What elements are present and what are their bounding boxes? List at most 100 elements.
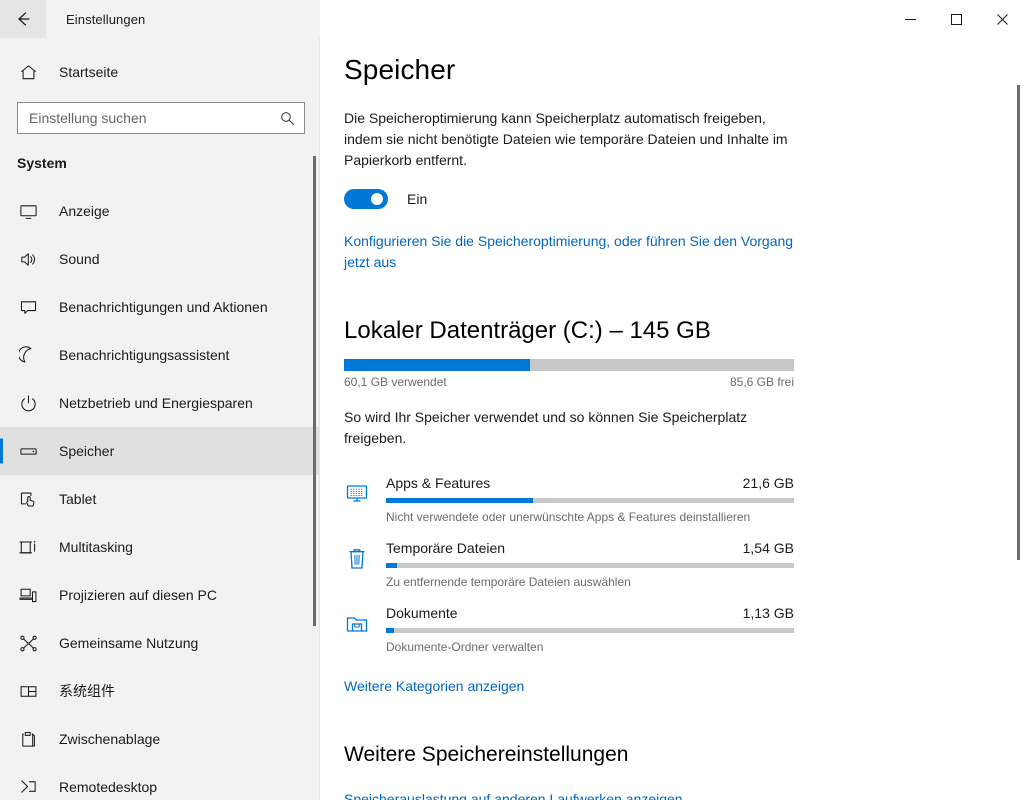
sidebar-item-label: Remotedesktop (59, 779, 158, 795)
sidebar-item-label: Netzbetrieb und Energiesparen (59, 395, 253, 411)
sidebar-item-anzeige[interactable]: Anzeige (0, 187, 320, 235)
storage-sense-description: Die Speicheroptimierung kann Speicherpla… (344, 110, 788, 168)
search-box[interactable] (17, 102, 305, 134)
close-button[interactable] (979, 0, 1025, 38)
page-title: Speicher (344, 54, 456, 85)
search-input[interactable] (18, 103, 304, 133)
monitor-icon (17, 200, 39, 222)
category-head: Apps & Features 21,6 GB (386, 475, 794, 491)
sidebar-item-tablet[interactable]: Tablet (0, 475, 320, 523)
other-drives-link[interactable]: Speicherauslastung auf anderen Laufwerke… (344, 789, 683, 800)
chat-bubble-icon (17, 296, 39, 318)
power-icon (17, 392, 39, 414)
sidebar-item-label: Speicher (59, 443, 115, 459)
apps-features-icon (344, 481, 370, 507)
maximize-icon (950, 13, 962, 25)
sidebar-item-label: Multitasking (59, 539, 133, 555)
drive-usage-bar-fill (344, 359, 531, 371)
back-arrow-icon (18, 12, 30, 26)
category-usage-bar (386, 563, 794, 568)
category-name: Apps & Features (386, 475, 491, 491)
category-usage-bar (386, 628, 794, 633)
sidebar-item-label: 系统组件 (59, 683, 115, 699)
sidebar-item-remotedesktop[interactable]: Remotedesktop (0, 763, 320, 800)
category-description: Nicht verwendete oder unerwünschte Apps … (386, 510, 751, 524)
storage-categories-list: Apps & Features 21,6 GB Nicht verwendete… (320, 465, 1025, 660)
sidebar-item-label: Benachrichtigungen und Aktionen (59, 299, 268, 315)
category-head: Dokumente 1,13 GB (386, 605, 794, 621)
toggle-knob (371, 193, 383, 205)
category-description: Dokumente-Ordner verwalten (386, 640, 544, 654)
drive-icon (17, 440, 39, 462)
sidebar-item-label: Sound (59, 251, 100, 267)
category-name: Dokumente (386, 605, 458, 621)
sidebar-item-label: Anzeige (59, 203, 110, 219)
home-icon (17, 61, 39, 83)
sidebar-item-label: Gemeinsame Nutzung (59, 635, 199, 651)
tablet-hand-icon (17, 488, 39, 510)
clipboard-icon (17, 728, 39, 750)
drive-usage-legend: 60,1 GB verwendet 85,6 GB frei (344, 375, 794, 393)
components-icon (17, 680, 39, 702)
sidebar-item-netzbetrieb[interactable]: Netzbetrieb und Energiesparen (0, 379, 320, 427)
sidebar-section-title: System (17, 155, 67, 171)
category-row-apps-features[interactable]: Apps & Features 21,6 GB Nicht verwendete… (344, 465, 794, 530)
selection-indicator (0, 438, 3, 464)
sidebar: Startseite System Anzeige (0, 38, 320, 800)
sidebar-item-label: Tablet (59, 491, 97, 507)
drive-title: Lokaler Datenträger (C:) – 145 GB (344, 317, 711, 344)
settings-window: Einstellungen Startseite Einstellung suc… (0, 0, 1025, 800)
category-body: Apps & Features 21,6 GB Nicht verwendete… (386, 475, 794, 524)
drive-usage-bar (344, 359, 794, 371)
sidebar-item-gemeinsame-nutzung[interactable]: Gemeinsame Nutzung (0, 619, 320, 667)
sidebar-item-sound[interactable]: Sound (0, 235, 320, 283)
sidebar-item-label: Benachrichtigungsassistent (59, 347, 230, 363)
title-bar: Einstellungen (0, 0, 1025, 38)
sidebar-item-benachrichtigungen[interactable]: Benachrichtigungen und Aktionen (0, 283, 320, 331)
category-size: 21,6 GB (742, 475, 794, 491)
sidebar-nav-list: Anzeige Sound Benachrichtigungen und Akt… (0, 187, 320, 800)
project-screen-icon (17, 584, 39, 606)
sidebar-scrollbar[interactable] (313, 156, 316, 626)
category-size: 1,13 GB (742, 605, 794, 621)
content-scrollbar[interactable] (1017, 85, 1020, 560)
category-name: Temporäre Dateien (386, 540, 506, 556)
category-body: Temporäre Dateien 1,54 GB Zu entfernende… (386, 540, 794, 589)
minimize-button[interactable] (887, 0, 933, 38)
search-icon[interactable] (279, 110, 295, 126)
share-icon (17, 632, 39, 654)
app-title: Einstellungen (66, 11, 146, 27)
sidebar-item-systemkomponenten[interactable]: 系统组件 (0, 667, 320, 715)
documents-folder-icon (344, 611, 370, 637)
configure-storage-sense-link[interactable]: Konfigurieren Sie die Speicheroptimierun… (344, 231, 799, 273)
category-description: Zu entfernende temporäre Dateien auswähl… (386, 575, 631, 589)
more-categories-link-block: Weitere Kategorien anzeigen (344, 676, 1025, 697)
other-drives-link-block: Speicherauslastung auf anderen Laufwerke… (344, 789, 1025, 800)
category-usage-bar (386, 498, 794, 503)
sidebar-item-speicher[interactable]: Speicher (0, 427, 320, 475)
storage-sense-toggle-row: Ein (344, 189, 1025, 209)
configure-storage-sense-link-block: Konfigurieren Sie die Speicheroptimierun… (344, 231, 799, 273)
remote-desktop-icon (17, 776, 39, 798)
category-row-temporaere-dateien[interactable]: Temporäre Dateien 1,54 GB Zu entfernende… (344, 530, 794, 595)
minimize-icon (904, 18, 916, 20)
more-categories-link[interactable]: Weitere Kategorien anzeigen (344, 676, 524, 697)
category-row-dokumente[interactable]: Dokumente 1,13 GB Dokumente-Ordner verwa… (344, 595, 794, 660)
storage-sense-toggle[interactable] (344, 189, 388, 209)
back-button[interactable] (0, 0, 46, 38)
category-usage-bar-fill (386, 563, 397, 568)
more-settings-heading: Weitere Speichereinstellungen (344, 743, 629, 766)
sidebar-home-label: Startseite (59, 64, 119, 80)
sidebar-item-label: Zwischenablage (59, 731, 161, 747)
category-usage-bar-fill (386, 628, 395, 633)
sidebar-item-projizieren[interactable]: Projizieren auf diesen PC (0, 571, 320, 619)
sidebar-item-label: Projizieren auf diesen PC (59, 587, 217, 603)
maximize-button[interactable] (933, 0, 979, 38)
multitasking-icon (17, 536, 39, 558)
sidebar-item-home[interactable]: Startseite (0, 52, 320, 92)
sidebar-item-zwischenablage[interactable]: Zwischenablage (0, 715, 320, 763)
sidebar-item-benachrichtigungsassistent[interactable]: Benachrichtigungsassistent (0, 331, 320, 379)
close-icon (996, 13, 1008, 25)
window-controls (887, 0, 1025, 38)
sidebar-item-multitasking[interactable]: Multitasking (0, 523, 320, 571)
